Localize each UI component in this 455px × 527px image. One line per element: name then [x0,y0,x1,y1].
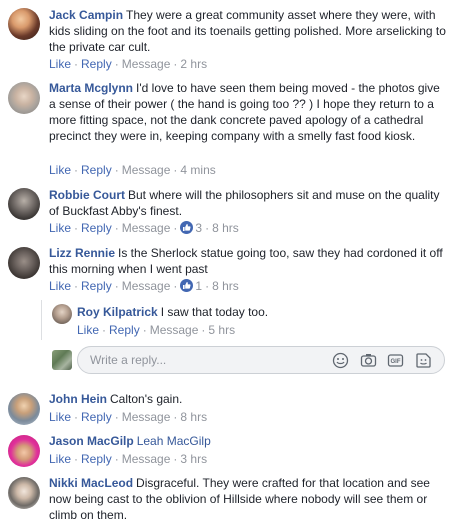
timestamp[interactable]: 4 mins [180,163,215,177]
camera-icon[interactable] [360,352,377,369]
timestamp[interactable]: 2 hrs [180,57,207,71]
commenter-name[interactable]: Roy Kilpatrick [77,305,158,319]
avatar-robbie-court[interactable] [8,188,40,220]
avatar-marta-mcglynn[interactable] [8,82,40,114]
sticker-icon[interactable] [415,352,432,369]
like-button[interactable]: Like [49,452,71,466]
like-button[interactable]: Like [49,163,71,177]
commenter-name[interactable]: Robbie Court [49,188,125,202]
reply-button[interactable]: Reply [81,163,112,177]
timestamp[interactable]: 5 hrs [208,323,235,337]
avatar-john-hein[interactable] [8,393,40,425]
comment-actions: Like · Reply · Message · 3 · 8 hrs [49,221,239,235]
emoji-icon[interactable] [332,352,349,369]
comment-actions: Like · Reply · Message · 5 hrs [77,323,236,337]
timestamp[interactable]: 3 hrs [180,452,207,466]
message-button[interactable]: Message [122,279,171,293]
message-button[interactable]: Message [122,57,171,71]
mention-link[interactable]: Leah MacGilp [137,434,211,448]
reply-button[interactable]: Reply [81,410,112,424]
reply-button[interactable]: Reply [109,323,140,337]
avatar-jack-campin[interactable] [8,8,40,40]
like-badge-icon[interactable] [180,279,194,292]
like-button[interactable]: Like [49,221,71,235]
reply-placeholder: Write a reply... [90,353,167,367]
avatar-jason-macgilp[interactable] [8,435,40,467]
commenter-name[interactable]: Lizz Rennie [49,246,115,260]
timestamp[interactable]: 8 hrs [180,410,207,424]
like-button[interactable]: Like [49,410,71,424]
timestamp[interactable]: 8 hrs [212,221,239,235]
comment-actions: Like · Reply · Message · 1 · 8 hrs [49,279,239,293]
reply-input[interactable]: Write a reply... GIF [77,346,445,374]
message-button[interactable]: Message [122,410,171,424]
comment-text: I saw that today too. [160,305,269,319]
commenter-name[interactable]: John Hein [49,392,107,406]
commenter-name[interactable]: Jason MacGilp [49,434,134,448]
like-count[interactable]: 1 [195,279,202,293]
commenter-name[interactable]: Marta Mcglynn [49,81,133,95]
comment-actions: Like · Reply · Message · 2 hrs [49,57,208,71]
like-button[interactable]: Like [49,57,71,71]
timestamp[interactable]: 8 hrs [212,279,239,293]
comment-actions: Like · Reply · Message · 3 hrs [49,452,208,466]
message-button[interactable]: Message [122,221,171,235]
svg-text:GIF: GIF [391,359,401,365]
commenter-name[interactable]: Jack Campin [49,8,123,22]
avatar-nikki-macleod[interactable] [8,477,40,509]
message-button[interactable]: Message [150,323,199,337]
reply-button[interactable]: Reply [81,279,112,293]
reply-button[interactable]: Reply [81,452,112,466]
message-button[interactable]: Message [122,452,171,466]
comment-actions: Like · Reply · Message · 8 hrs [49,410,208,424]
reply-button[interactable]: Reply [81,221,112,235]
like-count[interactable]: 3 [195,221,202,235]
comment-actions: Like · Reply · Message · 4 mins [49,163,216,177]
comment-text: Calton's gain. [110,392,183,406]
like-button[interactable]: Like [49,279,71,293]
avatar-lizz-rennie[interactable] [8,247,40,279]
avatar-roy-kilpatrick[interactable] [52,304,72,324]
reply-thread-line [41,300,42,340]
reply-button[interactable]: Reply [81,57,112,71]
like-button[interactable]: Like [77,323,99,337]
commenter-name[interactable]: Nikki MacLeod [49,476,133,490]
message-button[interactable]: Message [122,163,171,177]
like-badge-icon[interactable] [180,221,194,234]
current-user-avatar [52,350,72,370]
gif-icon[interactable]: GIF [387,352,404,369]
